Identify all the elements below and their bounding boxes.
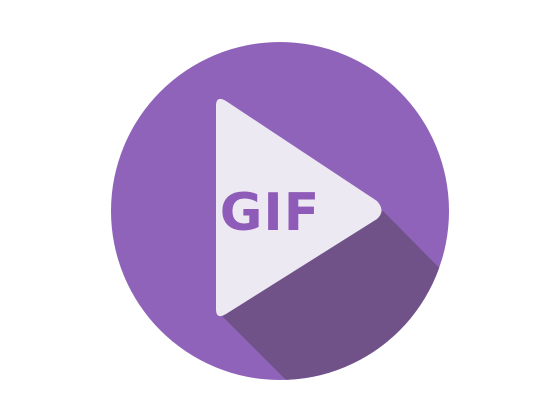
gif-label: GIF: [220, 183, 321, 243]
gif-app-icon[interactable]: GIF: [0, 0, 560, 420]
app-icon-canvas: GIF: [0, 0, 560, 420]
